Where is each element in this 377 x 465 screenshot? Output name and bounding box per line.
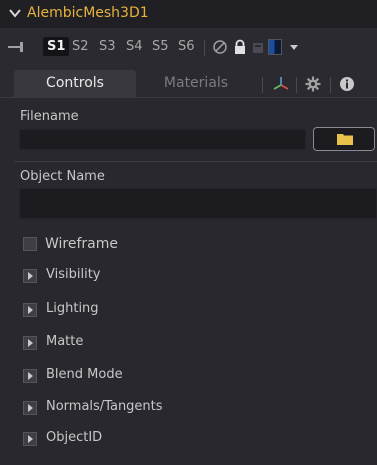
section-objectid[interactable]: ObjectID [23,429,323,449]
section-label: Blend Mode [46,367,123,382]
transform-axes-icon[interactable] [272,75,290,93]
section-label: ObjectID [46,430,103,445]
browse-button[interactable] [313,127,375,151]
filename-label: Filename [20,109,79,124]
tab-materials[interactable]: Materials [140,70,252,98]
cache-icon[interactable] [250,39,266,55]
tab-bar: Controls Materials [0,64,377,98]
filename-input[interactable] [19,129,306,150]
lock-icon[interactable] [232,39,248,55]
object-name-input[interactable] [19,188,377,219]
node-header[interactable]: AlembicMesh3D1 [0,0,377,28]
node-toolbar: S1 S2 S3 S4 S5 S6 [0,28,377,64]
expand-icon[interactable] [23,401,37,415]
section-label: Lighting [46,301,99,316]
gear-icon[interactable] [304,75,322,93]
slot-s5[interactable]: S5 [152,39,169,54]
pin-icon[interactable] [8,41,28,53]
section-label: Visibility [46,267,101,282]
slot-s1[interactable]: S1 [43,37,70,56]
caret-down-icon[interactable] [290,45,298,50]
tab-controls[interactable]: Controls [14,70,136,98]
info-icon[interactable] [338,75,356,93]
slot-s2[interactable]: S2 [72,39,89,54]
toolbar-separator [204,40,205,56]
expand-icon[interactable] [23,303,37,317]
inspector-panel: AlembicMesh3D1 S1 S2 S3 S4 S5 S6 Control… [0,0,377,465]
expand-icon[interactable] [23,369,37,383]
section-blend-mode[interactable]: Blend Mode [23,366,323,386]
section-normals-tangents[interactable]: Normals/Tangents [23,398,323,418]
object-name-label: Object Name [20,169,105,184]
section-label: Matte [46,334,84,349]
section-visibility[interactable]: Visibility [23,266,323,286]
tab-separator [296,77,297,93]
slot-s4[interactable]: S4 [126,39,143,54]
wireframe-checkbox[interactable] [23,237,37,251]
expand-icon[interactable] [23,269,37,283]
folder-icon [337,134,353,145]
slot-s3[interactable]: S3 [99,39,116,54]
section-matte[interactable]: Matte [23,333,323,353]
section-lighting[interactable]: Lighting [23,300,323,320]
disable-icon[interactable] [212,39,228,55]
tab-separator [262,77,263,93]
expand-icon[interactable] [23,432,37,446]
wireframe-label[interactable]: Wireframe [45,236,118,252]
color-swatch[interactable] [268,39,282,55]
slot-s6[interactable]: S6 [178,39,195,54]
node-title: AlembicMesh3D1 [27,5,149,21]
expand-icon[interactable] [23,336,37,350]
tab-separator [330,77,331,93]
section-label: Normals/Tangents [46,399,163,414]
chevron-down-icon[interactable] [8,6,22,20]
section-divider [14,161,377,162]
